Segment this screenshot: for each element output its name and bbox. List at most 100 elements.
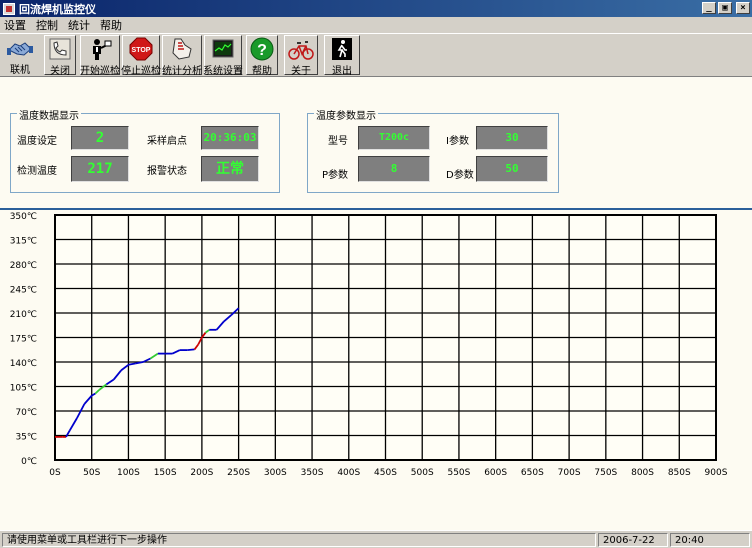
stop-inspection-label: 停止巡检 [121, 66, 161, 77]
status-time: 20:40 [670, 533, 750, 547]
connect-button[interactable]: 联机 [2, 35, 38, 76]
x-tick-label: 800S [631, 468, 654, 478]
statistics-button[interactable]: 统计分析 [162, 35, 202, 77]
measured-temp-display: 217 [71, 156, 129, 182]
y-tick-label: 315℃ [10, 237, 37, 247]
menu-bar: 设置 控制 统计 帮助 [0, 17, 752, 33]
x-tick-label: 450S [374, 468, 397, 478]
series-segment [187, 348, 195, 351]
y-tick-label: 140℃ [10, 359, 37, 369]
params-group-title: 温度参数显示 [314, 107, 378, 122]
toolbar: 联机 关闭 开始巡检 STOP 停止巡检 统计分析 系统设置 ? 帮助 关于 退… [0, 33, 752, 77]
sample-start-display: 20:36:03 [201, 126, 259, 150]
temp-set-label: 温度设定 [17, 136, 57, 147]
title-bar: 回流焊机监控仪 _ ▣ × [0, 0, 752, 17]
temperature-params-group: 温度参数显示 型号 T200c I参数 30 P参数 8 D参数 50 [307, 107, 559, 193]
i-param-label: I参数 [446, 136, 469, 147]
statistics-label: 统计分析 [162, 66, 202, 77]
stop-inspection-button[interactable]: STOP 停止巡检 [121, 35, 161, 77]
x-tick-label: 900S [705, 468, 728, 478]
minimize-button[interactable]: _ [702, 2, 716, 14]
p-param-label: P参数 [322, 170, 349, 181]
y-tick-label: 0℃ [21, 457, 37, 467]
help-label: 帮助 [252, 66, 272, 77]
i-param-display: 30 [476, 126, 548, 150]
x-tick-label: 500S [411, 468, 434, 478]
x-tick-label: 600S [484, 468, 507, 478]
x-tick-label: 250S [227, 468, 250, 478]
temperature-data-group: 温度数据显示 温度设定 2 采样启点 20:36:03 检测温度 217 报警状… [10, 107, 280, 193]
start-inspection-button[interactable]: 开始巡检 [80, 35, 120, 77]
x-tick-label: 650S [521, 468, 544, 478]
x-tick-label: 850S [668, 468, 691, 478]
hand-chart-icon [169, 37, 195, 61]
alarm-status-display: 正常 [201, 156, 259, 182]
connect-label: 联机 [10, 65, 30, 76]
temperature-chart: 0S 50S 100S 150S 200S 250S 300S 350S 400S 450S 500… [0, 210, 752, 530]
help-button[interactable]: ? 帮助 [246, 35, 278, 77]
x-tick-label: 400S [337, 468, 360, 478]
measured-temp-label: 检测温度 [17, 166, 57, 177]
svg-text:STOP: STOP [132, 47, 151, 54]
about-button[interactable]: 关于 [284, 35, 318, 77]
exit-icon [329, 37, 355, 61]
window-controls: _ ▣ × [702, 2, 750, 14]
y-tick-label: 105℃ [10, 384, 37, 394]
d-param-display: 50 [476, 156, 548, 182]
y-tick-label: 245℃ [10, 286, 37, 296]
monitor-icon [210, 37, 236, 61]
close-connection-label: 关闭 [50, 66, 70, 77]
y-tick-label: 70℃ [15, 408, 37, 418]
x-tick-label: 750S [594, 468, 617, 478]
svg-text:?: ? [257, 42, 267, 59]
model-display: T200c [358, 126, 430, 150]
x-tick-label: 550S [447, 468, 470, 478]
menu-help[interactable]: 帮助 [100, 17, 122, 33]
system-settings-label: 系统设置 [203, 66, 243, 77]
handshake-icon [7, 36, 33, 60]
close-connection-button[interactable]: 关闭 [44, 35, 76, 77]
about-label: 关于 [291, 66, 311, 77]
status-message: 请使用菜单或工具栏进行下一步操作 [2, 533, 596, 547]
alarm-status-label: 报警状态 [147, 166, 187, 177]
x-tick-label: 300S [264, 468, 287, 478]
stop-sign-icon: STOP [128, 37, 154, 61]
x-tick-label: 0S [49, 468, 61, 478]
system-settings-button[interactable]: 系统设置 [203, 35, 243, 77]
exit-button[interactable]: 退出 [324, 35, 360, 77]
window-title: 回流焊机监控仪 [19, 2, 96, 16]
maximize-button[interactable]: ▣ [718, 2, 732, 14]
x-tick-label: 700S [558, 468, 581, 478]
y-tick-label: 175℃ [10, 335, 37, 345]
x-tick-label: 200S [190, 468, 213, 478]
model-label: 型号 [328, 136, 348, 147]
x-tick-label: 100S [117, 468, 140, 478]
menu-settings[interactable]: 设置 [4, 17, 26, 33]
x-tick-label: 350S [301, 468, 324, 478]
y-tick-label: 350℃ [10, 212, 37, 222]
x-tick-label: 150S [154, 468, 177, 478]
y-tick-label: 35℃ [15, 433, 37, 443]
app-icon[interactable] [3, 2, 15, 15]
bicycle-icon [288, 37, 314, 61]
toolbar-separator [0, 33, 752, 34]
temp-set-display: 2 [71, 126, 129, 150]
d-param-label: D参数 [446, 170, 474, 181]
chart-svg: 0S 50S 100S 150S 200S 250S 300S 350S 400S 450S 500… [10, 212, 728, 478]
close-button[interactable]: × [736, 2, 750, 14]
phone-icon [47, 37, 73, 61]
x-tick-label: 50S [83, 468, 100, 478]
inspector-icon [87, 37, 113, 61]
menu-statistics[interactable]: 统计 [68, 17, 90, 33]
info-panel: 温度数据显示 温度设定 2 采样启点 20:36:03 检测温度 217 报警状… [0, 78, 752, 208]
status-date: 2006-7-22 [598, 533, 668, 547]
help-icon: ? [249, 37, 275, 61]
menu-control[interactable]: 控制 [36, 17, 58, 33]
p-param-display: 8 [358, 156, 430, 182]
exit-label: 退出 [332, 66, 352, 77]
start-inspection-label: 开始巡检 [80, 66, 120, 77]
sample-start-label: 采样启点 [147, 136, 187, 147]
y-tick-label: 210℃ [10, 310, 37, 320]
status-bar: 请使用菜单或工具栏进行下一步操作 2006-7-22 20:40 [0, 530, 752, 548]
temperature-group-title: 温度数据显示 [17, 107, 81, 122]
